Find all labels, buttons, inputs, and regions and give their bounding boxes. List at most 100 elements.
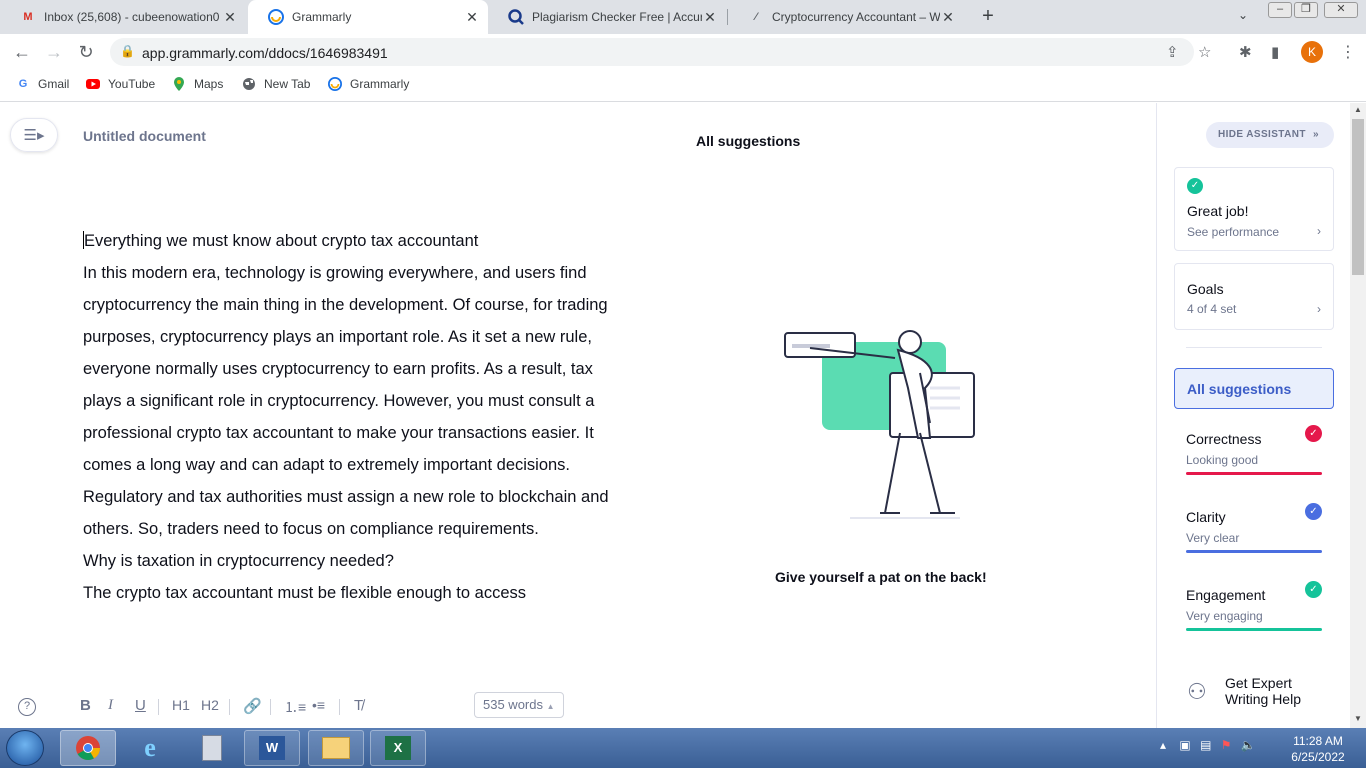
back-icon[interactable]: ← <box>12 42 32 62</box>
grammarly-editor: ☰▸ Untitled document Everything we must … <box>0 103 1350 728</box>
category-correctness[interactable]: Correctness Looking good ✓ <box>1186 425 1322 485</box>
doc-paragraph[interactable]: In this modern era, technology is growin… <box>83 257 623 545</box>
toolbar-divider <box>229 699 230 715</box>
bookmark-star-icon[interactable]: ☆ <box>1198 43 1211 61</box>
numbered-list-icon[interactable]: ⒈≡ <box>284 697 306 717</box>
calculator-icon <box>202 735 222 761</box>
correctness-bar <box>1186 472 1322 475</box>
side-panel-icon[interactable]: ▮ <box>1271 43 1279 61</box>
flag-icon[interactable]: ⚑ <box>1221 738 1232 752</box>
close-tab-icon[interactable]: ✕ <box>464 9 480 26</box>
category-engagement[interactable]: Engagement Very engaging ✓ <box>1186 581 1322 641</box>
tab-gmail[interactable]: M Inbox (25,608) - cubeenowation0 ✕ <box>0 0 246 34</box>
taskbar-calculator[interactable] <box>184 730 240 766</box>
network-icon[interactable]: ▣ <box>1179 738 1190 752</box>
new-tab-button[interactable]: + <box>977 6 999 28</box>
volume-icon[interactable]: 🔈 <box>1241 738 1256 752</box>
assistant-panel: HIDE ASSISTANT » ✓ Great job! See perfor… <box>1156 103 1350 728</box>
expert-writing-help-button[interactable]: ⚇ Get Expert Writing Help <box>1187 675 1327 711</box>
caret-up-icon: ▲ <box>546 702 555 711</box>
bookmark-gmail[interactable]: G Gmail <box>16 77 70 91</box>
chevron-right-icon: › <box>1317 224 1321 238</box>
panel-divider <box>1186 347 1322 348</box>
window-close-icon[interactable]: ✕ <box>1324 2 1358 18</box>
performance-card[interactable]: ✓ Great job! See performance › <box>1174 167 1334 251</box>
page-scrollbar[interactable]: ▲ ▼ <box>1350 103 1366 728</box>
forward-icon[interactable]: → <box>44 42 64 62</box>
taskbar-ie[interactable]: e <box>122 730 178 766</box>
goals-card[interactable]: Goals 4 of 4 set › <box>1174 263 1334 330</box>
check-circle-icon: ✓ <box>1187 178 1203 194</box>
taskbar-explorer[interactable] <box>308 730 364 766</box>
restore-icon[interactable]: ❐ <box>1294 2 1318 18</box>
share-icon[interactable]: ⇪ <box>1166 43 1179 61</box>
system-tray: ▴ ▣ ▤ ⚑ 🔈 <box>1160 738 1256 752</box>
document-title[interactable]: Untitled document <box>83 128 206 144</box>
power-icon[interactable]: ▤ <box>1200 738 1211 752</box>
browser-menu-icon[interactable]: ⋮ <box>1340 42 1356 62</box>
document-menu-button[interactable]: ☰▸ <box>10 118 58 152</box>
taskbar-excel[interactable]: X <box>370 730 426 766</box>
ie-icon: e <box>144 733 156 762</box>
help-icon[interactable]: ? <box>18 698 36 716</box>
toolbar-divider <box>270 699 271 715</box>
bookmark-youtube[interactable]: YouTube <box>86 77 155 91</box>
clear-format-icon[interactable]: T̸ <box>354 697 363 714</box>
tab-plagiarism[interactable]: Plagiarism Checker Free | Accurat ✕ <box>488 0 726 34</box>
clarity-check-icon: ✓ <box>1305 503 1322 520</box>
tab-strip: M Inbox (25,608) - cubeenowation0 ✕ Gram… <box>0 0 1366 34</box>
hide-assistant-button[interactable]: HIDE ASSISTANT » <box>1206 122 1334 148</box>
scroll-thumb[interactable] <box>1352 119 1364 275</box>
engagement-bar <box>1186 628 1322 631</box>
close-tab-icon[interactable]: ✕ <box>940 9 956 26</box>
bookmark-maps[interactable]: Maps <box>172 77 223 91</box>
scroll-up-icon[interactable]: ▲ <box>1354 105 1362 114</box>
youtube-icon <box>86 77 100 91</box>
category-clarity[interactable]: Clarity Very clear ✓ <box>1186 503 1322 563</box>
minimize-icon[interactable]: – <box>1268 2 1292 18</box>
lock-icon[interactable]: 🔒 <box>120 44 135 58</box>
toolbar-divider <box>339 699 340 715</box>
scroll-down-icon[interactable]: ▼ <box>1354 714 1362 723</box>
profile-avatar[interactable]: K <box>1301 41 1323 63</box>
all-suggestions-tab[interactable]: All suggestions <box>1174 368 1334 409</box>
taskbar-chrome[interactable] <box>60 730 116 766</box>
clarity-bar <box>1186 550 1322 553</box>
reload-icon[interactable]: ↻ <box>76 42 96 62</box>
url-text[interactable]: app.grammarly.com/ddocs/1646983491 <box>142 45 388 61</box>
bold-button[interactable]: B <box>80 697 91 714</box>
double-chevron-right-icon: » <box>1313 129 1319 140</box>
bulleted-list-icon[interactable]: •≡ <box>312 697 325 713</box>
word-count-button[interactable]: 535 words ▲ <box>474 692 564 718</box>
bookmark-new-tab[interactable]: New Tab <box>242 77 310 91</box>
doc-heading[interactable]: Everything we must know about crypto tax… <box>83 225 623 257</box>
bookmark-grammarly[interactable]: Grammarly <box>328 77 409 91</box>
chevron-right-icon: › <box>1317 302 1321 316</box>
document-text-area[interactable]: Everything we must know about crypto tax… <box>83 225 623 609</box>
illustration-caption: Give yourself a pat on the back! <box>775 569 987 585</box>
doc-subheading[interactable]: Why is taxation in cryptocurrency needed… <box>83 545 623 577</box>
doc-paragraph[interactable]: The crypto tax accountant must be flexib… <box>83 577 623 609</box>
hamburger-icon: ☰▸ <box>23 127 45 144</box>
tab-grammarly[interactable]: Grammarly ✕ <box>248 0 488 34</box>
system-clock[interactable]: 11:28 AM 6/25/2022 <box>1288 733 1348 765</box>
underline-button[interactable]: U <box>135 697 146 714</box>
italic-button[interactable]: I <box>108 697 113 714</box>
heading1-button[interactable]: H1 <box>172 697 190 713</box>
google-icon: G <box>18 78 28 90</box>
globe-icon <box>242 77 256 91</box>
start-button[interactable] <box>6 730 44 766</box>
close-tab-icon[interactable]: ✕ <box>702 9 718 26</box>
tab-crypto-accountant[interactable]: ⁄ Cryptocurrency Accountant – Wh ✕ <box>728 0 964 34</box>
address-bar[interactable]: 🔒 app.grammarly.com/ddocs/1646983491 ⇪ ☆ <box>110 38 1211 66</box>
link-icon[interactable]: 🔗 <box>243 697 262 715</box>
tab-search-chevron-icon[interactable]: ⌄ <box>1238 8 1248 22</box>
suggestions-heading: All suggestions <box>696 133 801 149</box>
word-icon: W <box>259 736 285 760</box>
heading2-button[interactable]: H2 <box>201 697 219 713</box>
close-tab-icon[interactable]: ✕ <box>222 9 238 26</box>
show-hidden-icons-icon[interactable]: ▴ <box>1160 738 1166 752</box>
taskbar-word[interactable]: W <box>244 730 300 766</box>
extensions-icon[interactable]: ✱ <box>1239 43 1252 61</box>
grammarly-icon <box>268 9 284 25</box>
